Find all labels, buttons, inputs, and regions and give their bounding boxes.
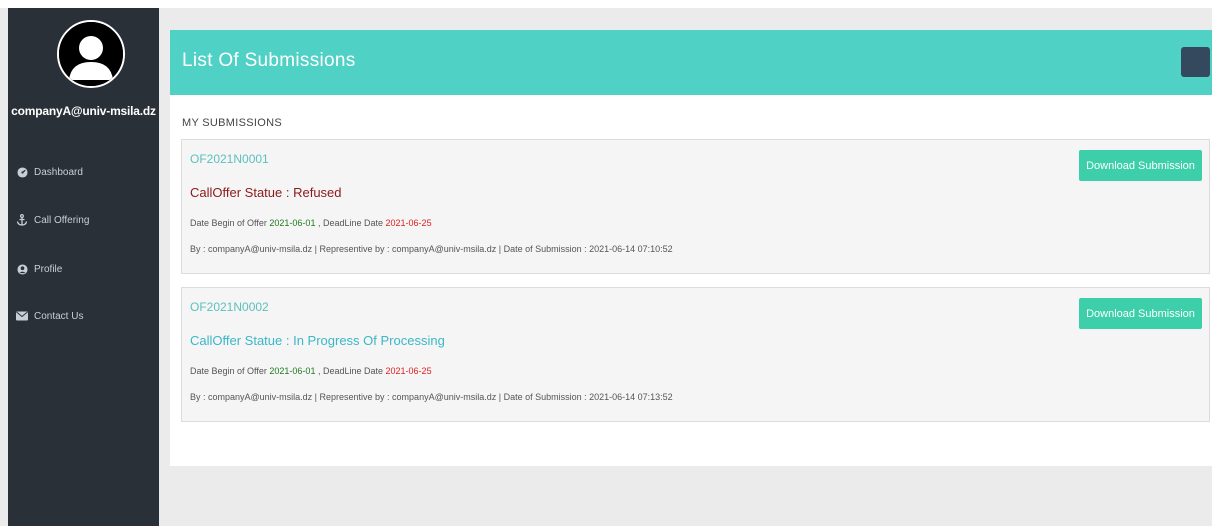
download-submission-button[interactable]: Download Submission: [1079, 150, 1202, 181]
date-begin-value: 2021-06-01: [269, 366, 316, 376]
page-title: List Of Submissions: [182, 50, 356, 71]
dashboard-icon: [15, 165, 29, 179]
section-title: MY SUBMISSIONS: [182, 117, 282, 129]
deadline-value: 2021-06-25: [385, 218, 432, 228]
sidebar-item-profile[interactable]: Profile: [15, 258, 62, 280]
sidebar: companyA@univ-msila.dz Dashboard Call Of…: [8, 8, 159, 526]
deadline-label: , DeadLine Date: [317, 218, 384, 228]
download-submission-button[interactable]: Download Submission: [1079, 298, 1202, 329]
sidebar-item-call-offering[interactable]: Call Offering: [15, 209, 89, 231]
anchor-icon: [15, 213, 29, 227]
submission-code-link[interactable]: OF2021N0001: [190, 152, 269, 166]
sidebar-item-label: Dashboard: [34, 166, 83, 178]
submission-meta: By : companyA@univ-msila.dz | Representi…: [190, 392, 673, 402]
user-email: companyA@univ-msila.dz: [11, 104, 156, 118]
submission-card: OF2021N0001 CallOffer Statue : Refused D…: [181, 139, 1210, 274]
submission-status: CallOffer Statue : Refused: [190, 185, 342, 200]
submission-dates: Date Begin of Offer 2021-06-01 , DeadLin…: [190, 218, 432, 228]
envelope-icon: [15, 309, 29, 323]
date-begin-value: 2021-06-01: [269, 218, 316, 228]
submission-status: CallOffer Statue : In Progress Of Proces…: [190, 333, 445, 348]
submission-dates: Date Begin of Offer 2021-06-01 , DeadLin…: [190, 366, 432, 376]
main-panel: List Of Submissions MY SUBMISSIONS OF202…: [170, 30, 1212, 466]
page-header: List Of Submissions: [170, 30, 1212, 95]
header-action-button[interactable]: [1181, 47, 1210, 77]
submission-card: OF2021N0002 CallOffer Statue : In Progre…: [181, 287, 1210, 422]
avatar-icon[interactable]: [57, 20, 125, 88]
user-circle-icon: [15, 262, 29, 276]
date-begin-label: Date Begin of Offer: [190, 218, 267, 228]
date-begin-label: Date Begin of Offer: [190, 366, 267, 376]
deadline-label: , DeadLine Date: [317, 366, 384, 376]
top-border: [0, 0, 1212, 8]
sidebar-item-label: Contact Us: [34, 310, 84, 322]
sidebar-item-dashboard[interactable]: Dashboard: [15, 161, 83, 183]
submission-code-link[interactable]: OF2021N0002: [190, 300, 269, 314]
submission-meta: By : companyA@univ-msila.dz | Representi…: [190, 244, 673, 254]
sidebar-item-label: Profile: [34, 263, 63, 275]
sidebar-item-label: Call Offering: [34, 214, 90, 226]
sidebar-item-contact-us[interactable]: Contact Us: [15, 305, 83, 327]
deadline-value: 2021-06-25: [385, 366, 432, 376]
